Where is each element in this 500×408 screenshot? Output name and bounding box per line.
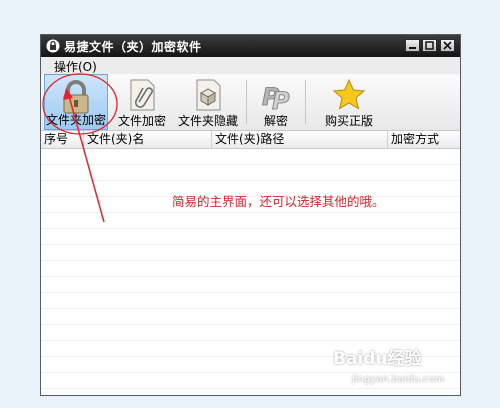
toolbar-separator [305, 80, 306, 124]
menu-bar: 操作(O) [41, 57, 460, 75]
toolbar: 文件夹加密 文件加密 文件夹隐藏 P P 解密 购买正版 [41, 74, 460, 131]
table-header: 序号 文件(夹)名 文件(夹)路径 加密方式 [41, 131, 460, 149]
watermark-brand: Baidu经验 [333, 349, 422, 369]
star-icon [332, 78, 366, 110]
lock-app-icon [46, 39, 60, 53]
lock-icon [63, 80, 89, 114]
column-header-index[interactable]: 序号 [41, 131, 84, 148]
decrypt-label: 解密 [263, 114, 288, 128]
svg-text:P: P [272, 87, 290, 112]
maximize-icon [425, 41, 434, 50]
annotation-text: 简易的主界面，还可以选择其他的哦。 [172, 194, 385, 209]
close-icon [443, 41, 452, 50]
folder-encrypt-button[interactable]: 文件夹加密 [44, 74, 108, 130]
column-header-path[interactable]: 文件(夹)路径 [212, 131, 388, 148]
column-header-encryption-method[interactable]: 加密方式 [388, 131, 462, 148]
title-bar[interactable]: 易捷文件（夹）加密软件 [41, 35, 460, 57]
minimize-icon [409, 47, 416, 49]
close-button[interactable] [440, 39, 455, 52]
pp-decrypt-icon: P P [262, 83, 291, 112]
menu-item-operation[interactable]: 操作(O) [54, 58, 97, 75]
watermark-url: jingyan.baidu.com [352, 374, 445, 385]
buy-genuine-label: 购买正版 [324, 114, 373, 128]
decrypt-button[interactable]: P P 解密 [253, 74, 299, 130]
file-encrypt-button[interactable]: 文件加密 [114, 74, 170, 130]
file-encrypt-label: 文件加密 [117, 114, 166, 128]
folder-encrypt-label: 文件夹加密 [45, 113, 106, 127]
folder-hide-label: 文件夹隐藏 [177, 114, 238, 128]
minimize-button[interactable] [405, 39, 420, 52]
buy-genuine-button[interactable]: 购买正版 [320, 74, 378, 130]
folder-hide-button[interactable]: 文件夹隐藏 [174, 74, 242, 130]
window-title: 易捷文件（夹）加密软件 [64, 40, 202, 54]
column-header-name[interactable]: 文件(夹)名 [84, 131, 212, 148]
toolbar-separator [246, 80, 247, 124]
box-document-icon [196, 79, 221, 111]
paperclip-document-icon [130, 79, 155, 111]
maximize-button[interactable] [422, 39, 437, 52]
app-window: 易捷文件（夹）加密软件 操作(O) 文件夹加密 文件加密 文件夹隐藏 P P 解… [40, 34, 461, 396]
